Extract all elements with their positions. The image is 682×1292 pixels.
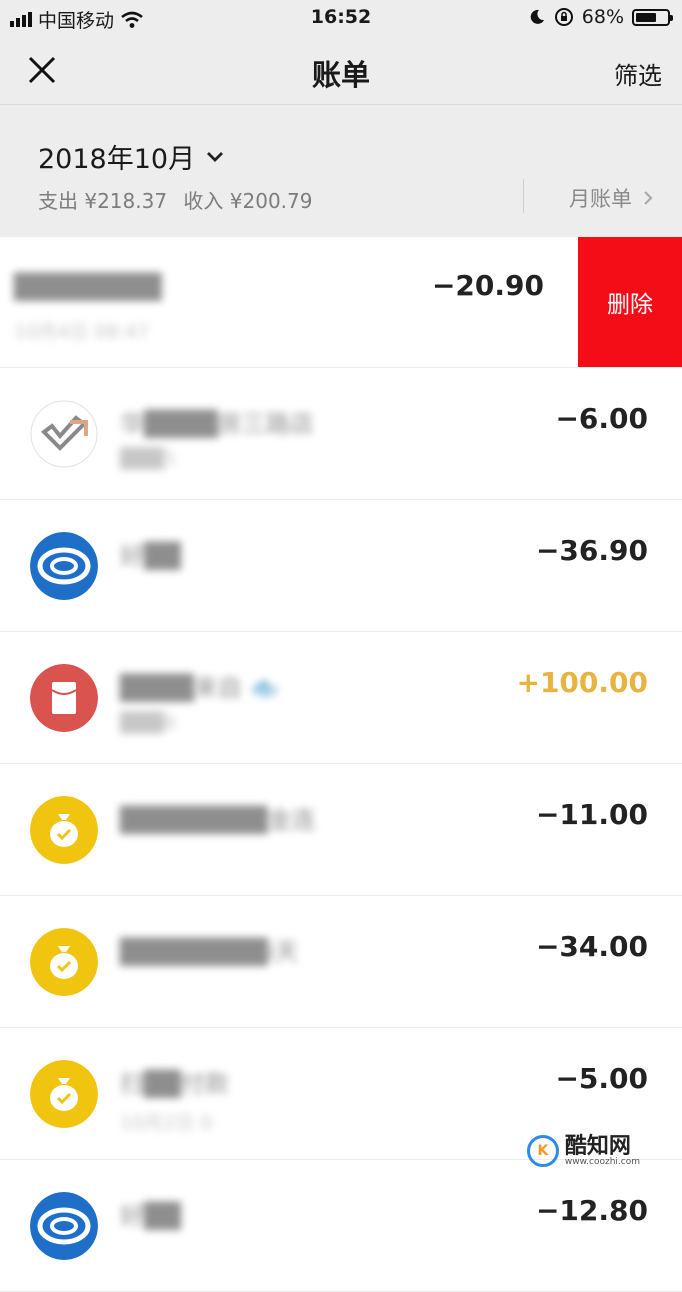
transaction-date: 10月2日 0 (120, 1112, 213, 1134)
transaction-title: ████████金连 (120, 806, 316, 834)
transaction-row[interactable]: ████████i天 −34.00 (0, 896, 682, 1028)
transaction-amount: −6.00 (555, 402, 648, 435)
transaction-row[interactable]: 华████房三路店 ███5 −6.00 (0, 368, 682, 500)
transaction-title: ████████i天 (120, 938, 299, 966)
money-bag-icon (30, 796, 98, 864)
transaction-title: 好██ (120, 1202, 181, 1230)
transaction-date: ███8 (120, 712, 176, 734)
watermark-title: 酷知网 (564, 1133, 631, 1159)
swirl-logo-icon (30, 532, 98, 600)
transaction-amount: +100.00 (516, 666, 648, 699)
transaction-row[interactable]: ████████金连 −11.00 (0, 764, 682, 896)
watermark-text: 酷知网 www.coozhi.com (564, 1133, 640, 1167)
transaction-amount: −11.00 (535, 798, 648, 831)
store-logo-icon (30, 400, 98, 468)
transaction-amount: −20.90 (431, 269, 544, 302)
transaction-row[interactable]: ████████ 10月4日 08:47 −20.90 删除 (0, 237, 682, 368)
month-totals: 支出 ¥218.37 收入 ¥200.79 (38, 185, 312, 214)
transaction-title: 好██ (120, 542, 181, 570)
status-right: 68% (528, 6, 673, 28)
transaction-amount: −34.00 (535, 930, 648, 963)
transaction-date: ███5 (120, 448, 176, 470)
filter-button[interactable]: 筛选 (614, 56, 662, 91)
month-label: 2018年10月 (38, 144, 196, 175)
money-bag-icon (30, 1060, 98, 1128)
swirl-logo-icon (30, 1192, 98, 1260)
rotation-lock-icon (554, 8, 573, 26)
transaction-row[interactable]: ████来自 🐟 ███8 +100.00 (0, 632, 682, 764)
status-bar: 中国移动 16:52 68% (0, 0, 682, 36)
transaction-date: 10月4日 08:47 (14, 321, 150, 343)
delete-button[interactable]: 删除 (578, 237, 682, 367)
transaction-title: 华████房三路店 (120, 410, 314, 438)
red-packet-icon (30, 664, 98, 732)
transaction-row[interactable]: 好██ −36.90 (0, 500, 682, 632)
transaction-title: 扫██付款 (120, 1070, 229, 1098)
month-summary: 2018年10月 支出 ¥218.37 收入 ¥200.79 月账单 (0, 105, 682, 237)
watermark-url: www.coozhi.com (564, 1156, 640, 1167)
expense-total: 支出 ¥218.37 (38, 189, 168, 213)
watermark: K 酷知网 www.coozhi.com (526, 1133, 640, 1167)
battery-icon (632, 8, 673, 26)
money-bag-icon (30, 928, 98, 996)
transaction-title: ████来自 🐟 (120, 674, 280, 702)
navigation-bar: 账单 筛选 (0, 36, 682, 105)
chevron-down-icon (207, 151, 224, 162)
transaction-amount: −12.80 (535, 1194, 648, 1227)
moon-icon (530, 9, 544, 24)
monthly-bill-label: 月账单 (569, 187, 632, 211)
monthly-bill-link[interactable]: 月账单 (569, 183, 654, 213)
watermark-logo-icon: K (526, 1135, 559, 1167)
transaction-amount: −36.90 (535, 534, 648, 567)
battery-percent: 68% (581, 6, 624, 28)
transaction-title: ████████ (14, 273, 162, 301)
income-total: 收入 ¥200.79 (183, 189, 313, 213)
divider (523, 179, 524, 213)
transaction-row[interactable]: 好██ −12.80 (0, 1160, 682, 1292)
chevron-right-icon (644, 191, 653, 205)
transaction-amount: −5.00 (555, 1062, 648, 1095)
page-title: 账单 (311, 58, 370, 92)
battery-fill (636, 12, 656, 22)
month-selector[interactable]: 2018年10月 (38, 137, 225, 176)
